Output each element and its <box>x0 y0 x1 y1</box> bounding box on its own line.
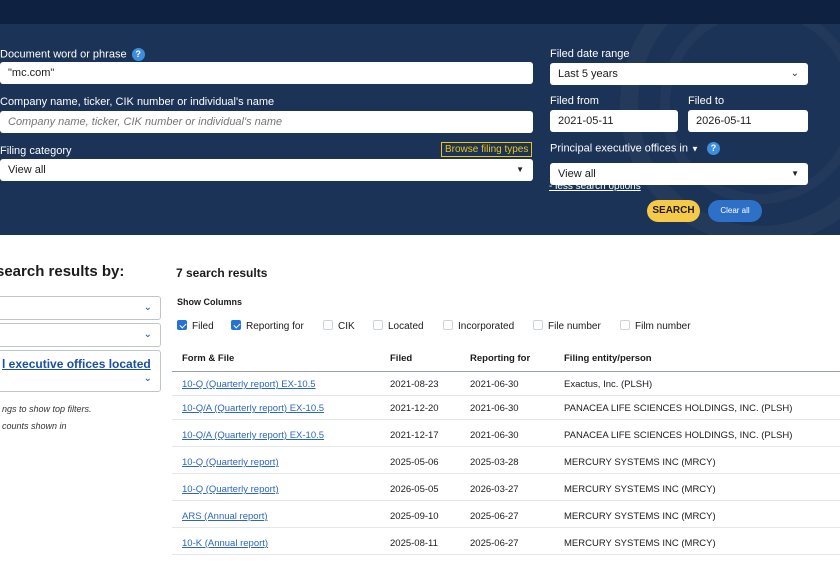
facet-offices-link[interactable]: l executive offices located <box>2 357 151 371</box>
table-row: 10-Q (Quarterly report) 2025-05-06 2025-… <box>172 451 840 474</box>
form-link[interactable]: 10-Q/A (Quarterly report) EX-10.5 <box>182 403 324 414</box>
reporting-date: 2025-06-27 <box>470 511 519 522</box>
table-row: 10-K (Annual report) 2025-08-11 2025-06-… <box>172 532 840 555</box>
chevron-down-icon: ⌄ <box>143 302 152 313</box>
form-link[interactable]: 10-Q (Quarterly report) <box>182 484 279 495</box>
header-divider <box>172 371 840 372</box>
column-toggle-filed[interactable]: Filed <box>177 320 214 333</box>
date-range-value: Last 5 years <box>558 68 618 80</box>
form-link[interactable]: 10-Q (Quarterly report) <box>182 457 279 468</box>
reporting-date: 2021-06-30 <box>470 430 519 441</box>
doc-word-label: Document word or phrase? <box>0 48 145 61</box>
checkbox-icon[interactable] <box>177 320 187 330</box>
facet-dropdown[interactable]: ⌄ <box>0 323 161 347</box>
caret-down-icon[interactable]: ▼ <box>691 144 699 153</box>
company-input[interactable]: Company name, ticker, CIK number or indi… <box>0 111 533 133</box>
filing-entity: MERCURY SYSTEMS INC (MRCY) <box>564 538 716 549</box>
chevron-down-icon: ⌄ <box>143 373 152 384</box>
header-reporting[interactable]: Reporting for <box>470 353 530 364</box>
table-row: ARS (Annual report) 2025-09-10 2025-06-2… <box>172 505 840 528</box>
reporting-date: 2026-03-27 <box>470 484 519 495</box>
chevron-down-icon: ⌄ <box>790 68 799 79</box>
reporting-date: 2025-06-27 <box>470 538 519 549</box>
checkbox-icon[interactable] <box>373 320 383 330</box>
filing-entity: Exactus, Inc. (PLSH) <box>564 379 653 390</box>
filed-date: 2021-12-20 <box>390 403 439 414</box>
column-toggle-file-number[interactable]: File number <box>533 320 601 333</box>
filing-category-select[interactable]: View all ▼ <box>0 159 533 181</box>
filed-from-label: Filed from <box>550 95 599 107</box>
filing-entity: PANACEA LIFE SCIENCES HOLDINGS, INC. (PL… <box>564 403 793 414</box>
sidebar-note: ngs to show top filters. <box>2 404 92 414</box>
header-band <box>0 0 840 24</box>
column-toggle-reporting[interactable]: Reporting for <box>231 320 304 333</box>
filing-category-label: Filing category <box>0 145 72 157</box>
reporting-date: 2025-03-28 <box>470 457 519 468</box>
filed-date: 2021-08-23 <box>390 379 439 390</box>
clear-all-button[interactable]: Clear all <box>708 200 762 222</box>
form-link[interactable]: ARS (Annual report) <box>182 511 268 522</box>
filing-category-value: View all <box>8 164 46 176</box>
date-range-label: Filed date range <box>550 48 630 60</box>
results-count: 7 search results <box>176 266 268 280</box>
sidebar-note: counts shown in <box>2 421 67 431</box>
column-toggle-incorporated[interactable]: Incorporated <box>443 320 514 333</box>
help-icon[interactable]: ? <box>131 48 145 61</box>
filed-date: 2021-12-17 <box>390 430 439 441</box>
page: Document word or phrase? "mc.com" Compan… <box>0 0 840 570</box>
reporting-date: 2021-06-30 <box>470 379 519 390</box>
table-row: 10-Q/A (Quarterly report) EX-10.5 2021-1… <box>172 397 840 420</box>
chevron-down-icon: ⌄ <box>143 329 152 340</box>
table-row: 10-Q (Quarterly report) EX-10.5 2021-08-… <box>172 373 840 396</box>
search-button[interactable]: SEARCH <box>647 200 700 222</box>
filed-date: 2025-08-11 <box>390 538 438 549</box>
offices-value: View all <box>558 168 596 180</box>
filing-entity: MERCURY SYSTEMS INC (MRCY) <box>564 511 716 522</box>
caret-down-icon: ▼ <box>516 165 524 174</box>
caret-down-icon: ▼ <box>791 169 799 178</box>
filing-entity: MERCURY SYSTEMS INC (MRCY) <box>564 484 716 495</box>
date-range-select[interactable]: Last 5 years ⌄ <box>550 63 808 85</box>
filed-date: 2025-05-06 <box>390 457 439 468</box>
checkbox-icon[interactable] <box>231 320 241 330</box>
refine-title: search results by: <box>0 263 125 280</box>
column-toggle-film-number[interactable]: Film number <box>620 320 691 333</box>
checkbox-icon[interactable] <box>533 320 543 330</box>
header-filed[interactable]: Filed <box>390 353 412 364</box>
filing-entity: MERCURY SYSTEMS INC (MRCY) <box>564 457 716 468</box>
filed-date: 2025-09-10 <box>390 511 439 522</box>
filing-entity: PANACEA LIFE SCIENCES HOLDINGS, INC. (PL… <box>564 430 793 441</box>
filed-date: 2026-05-05 <box>390 484 439 495</box>
offices-label: Principal executive offices in ▼? <box>550 142 720 155</box>
table-row: 10-Q/A (Quarterly report) EX-10.5 2021-1… <box>172 424 840 447</box>
checkbox-icon[interactable] <box>443 320 453 330</box>
less-search-options-link[interactable]: - less search options <box>549 181 641 192</box>
doc-word-input[interactable]: "mc.com" <box>0 62 533 84</box>
form-link[interactable]: 10-Q (Quarterly report) EX-10.5 <box>182 379 316 390</box>
filed-to-input[interactable]: 2026-05-11 <box>688 110 808 132</box>
filed-from-input[interactable]: 2021-05-11 <box>550 110 678 132</box>
column-toggle-cik[interactable]: CIK <box>323 320 355 333</box>
facet-dropdown[interactable]: ⌄ <box>0 296 161 320</box>
column-toggle-located[interactable]: Located <box>373 320 424 333</box>
company-label: Company name, ticker, CIK number or indi… <box>0 96 275 108</box>
help-icon[interactable]: ? <box>706 142 720 155</box>
form-link[interactable]: 10-Q/A (Quarterly report) EX-10.5 <box>182 430 324 441</box>
header-entity[interactable]: Filing entity/person <box>564 353 652 364</box>
header-form[interactable]: Form & File <box>182 353 234 364</box>
table-row: 10-Q (Quarterly report) 2026-05-05 2026-… <box>172 478 840 501</box>
checkbox-icon[interactable] <box>323 320 333 330</box>
reporting-date: 2021-06-30 <box>470 403 519 414</box>
filed-to-label: Filed to <box>688 95 725 107</box>
browse-filing-types-button[interactable]: Browse filing types <box>441 142 533 157</box>
form-link[interactable]: 10-K (Annual report) <box>182 538 268 549</box>
checkbox-icon[interactable] <box>620 320 630 330</box>
show-columns-label: Show Columns <box>177 297 242 307</box>
